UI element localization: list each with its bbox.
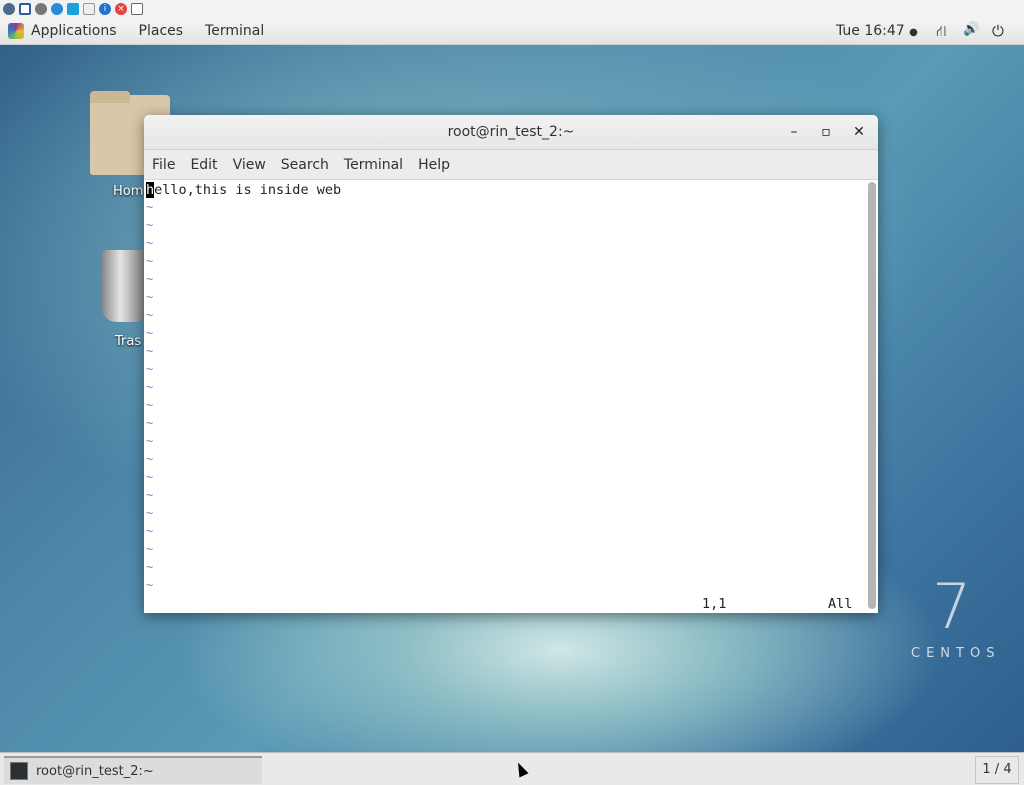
empty-line-tilde: ~ [146,506,154,520]
empty-line-tilde: ~ [146,326,154,340]
menu-file[interactable]: File [152,157,175,173]
empty-line-tilde: ~ [146,218,154,232]
empty-line-tilde: ~ [146,308,154,322]
scrollbar[interactable] [868,182,876,609]
fullscreen-icon[interactable] [19,3,31,15]
text-line: hello,this is inside web [146,182,341,198]
menu-help[interactable]: Help [418,157,450,173]
empty-line-tilde: ~ [146,290,154,304]
empty-line-tilde: ~ [146,560,154,574]
disconnect-icon[interactable] [131,3,143,15]
menu-edit[interactable]: Edit [190,157,217,173]
empty-line-tilde: ~ [146,452,154,466]
empty-line-tilde: ~ [146,200,154,214]
terminal-window: root@rin_test_2:~ – ▫ ✕ File Edit View S… [144,115,878,613]
close-button[interactable]: ✕ [849,115,869,150]
scroll-position: All [828,596,853,612]
empty-line-tilde: ~ [146,434,154,448]
gear-icon[interactable] [35,3,47,15]
empty-line-tilde: ~ [146,578,154,592]
centos-logo-number: 7 [932,570,972,643]
close-red-icon[interactable]: × [115,3,127,15]
network-icon[interactable]: ⛙ [936,22,947,42]
empty-line-tilde: ~ [146,380,154,394]
vm-toolbar: i × [0,0,1024,18]
empty-line-tilde: ~ [146,254,154,268]
empty-line-tilde: ~ [146,362,154,376]
empty-line-tilde: ~ [146,416,154,430]
applications-menu[interactable]: Applications [31,23,117,39]
info-icon[interactable]: i [99,3,111,15]
home-label[interactable]: Hom [113,184,143,199]
empty-line-tilde: ~ [146,344,154,358]
vm-settings-icon[interactable] [3,3,15,15]
menu-bar: File Edit View Search Terminal Help [144,150,878,180]
terminal-content[interactable]: hello,this is inside web ~ ~ ~ ~ ~ ~ ~ ~ ~ ~ ~ ~ ~ ~ ~… [144,180,878,613]
trash-icon[interactable] [102,250,148,322]
title-bar[interactable]: root@rin_test_2:~ – ▫ ✕ [144,115,878,150]
empty-line-tilde: ~ [146,272,154,286]
maximize-button[interactable]: ▫ [816,115,836,150]
bottom-panel: root@rin_test_2:~ 1 / 4 [0,752,1024,785]
refresh-icon[interactable] [51,3,63,15]
top-panel: Applications Places Terminal Tue 16:47 ●… [0,18,1024,45]
volume-icon[interactable]: 🔊 [963,22,979,37]
menu-terminal[interactable]: Terminal [344,157,403,173]
clock[interactable]: Tue 16:47 ● [836,23,918,39]
places-menu[interactable]: Places [139,23,184,39]
task-label: root@rin_test_2:~ [36,763,154,779]
applications-logo-icon [8,23,24,39]
windows-icon[interactable] [67,3,79,15]
taskbar-item-terminal[interactable]: root@rin_test_2:~ [4,756,262,784]
trash-label[interactable]: Tras [115,334,141,349]
power-icon[interactable]: ⏻ [992,22,1004,40]
workspace-switcher[interactable]: 1 / 4 [975,756,1019,784]
empty-line-tilde: ~ [146,488,154,502]
empty-line-tilde: ~ [146,236,154,250]
line-text: ello,this is inside web [154,182,342,198]
notification-dot-icon: ● [909,27,918,38]
empty-line-tilde: ~ [146,470,154,484]
window-title: root@rin_test_2:~ [447,124,575,140]
empty-line-tilde: ~ [146,398,154,412]
empty-line-tilde: ~ [146,542,154,556]
menu-view[interactable]: View [233,157,266,173]
clock-text: Tue 16:47 [836,23,905,39]
cursor-position: 1,1 [702,596,727,612]
empty-line-tilde: ~ [146,524,154,538]
keyboard-icon[interactable] [83,3,95,15]
terminal-menu[interactable]: Terminal [205,23,264,39]
cursor: h [146,182,155,198]
centos-logo-text: CENTOS [911,646,1001,661]
terminal-icon [10,762,28,780]
menu-search[interactable]: Search [281,157,329,173]
minimize-button[interactable]: – [784,115,804,150]
